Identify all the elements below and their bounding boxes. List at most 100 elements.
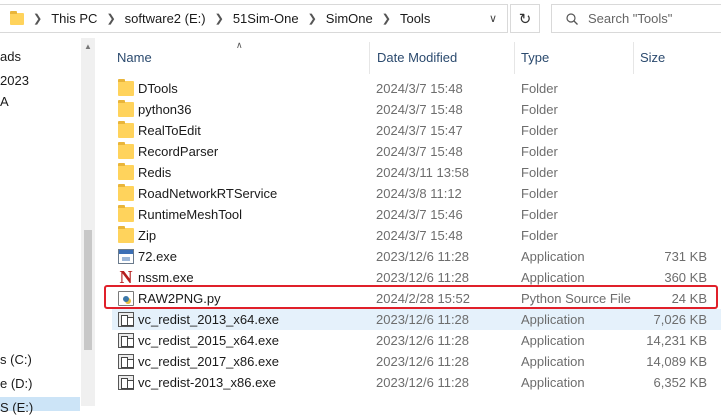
folder-icon (118, 142, 134, 159)
nssm-icon: N (119, 267, 133, 287)
file-row[interactable]: vc_redist_2015_x64.exe 2023/12/6 11:28 A… (112, 330, 721, 351)
file-name: python36 (138, 102, 192, 117)
file-type: Application (521, 375, 585, 390)
installer-icon (118, 333, 134, 348)
file-type: Application (521, 270, 585, 285)
file-row[interactable]: vc_redist-2013_x86.exe 2023/12/6 11:28 A… (112, 372, 721, 393)
file-row[interactable]: RealToEdit 2024/3/7 15:47 Folder (112, 120, 721, 141)
file-name: vc_redist_2013_x64.exe (138, 312, 279, 327)
file-type: Folder (521, 144, 558, 159)
column-header-date[interactable]: Date Modified (377, 50, 457, 65)
file-date: 2024/3/7 15:48 (376, 81, 463, 96)
file-size: 360 KB (664, 270, 707, 285)
search-placeholder: Search "Tools" (588, 11, 673, 26)
column-header-type[interactable]: Type (521, 50, 549, 65)
chevron-right-icon: ❯ (33, 13, 43, 25)
file-type: Application (521, 354, 585, 369)
folder-icon (118, 121, 134, 138)
file-date: 2024/3/7 15:46 (376, 207, 463, 222)
file-date: 2023/12/6 11:28 (376, 375, 470, 390)
installer-icon (118, 375, 134, 390)
sort-ascending-icon: ∧ (236, 40, 243, 50)
file-date: 2024/3/11 13:58 (376, 165, 470, 180)
address-dropdown-icon[interactable]: ∨ (489, 12, 497, 25)
folder-icon (118, 163, 134, 180)
refresh-button[interactable]: ↻ (510, 4, 540, 33)
column-header-size[interactable]: Size (640, 50, 665, 65)
column-divider[interactable] (514, 42, 515, 74)
chevron-right-icon: ❯ (214, 13, 224, 25)
search-box[interactable]: Search "Tools" (551, 4, 721, 33)
file-date: 2024/3/7 15:48 (376, 228, 463, 243)
folder-icon (118, 100, 134, 117)
file-row[interactable]: vc_redist_2017_x86.exe 2023/12/6 11:28 A… (112, 351, 721, 372)
file-row[interactable]: 72.exe 2023/12/6 11:28 Application 731 K… (112, 246, 721, 267)
address-bar[interactable]: ❯ This PC ❯ software2 (E:) ❯ 51Sim-One ❯… (0, 4, 508, 33)
file-name: Redis (138, 165, 172, 180)
breadcrumb-drive[interactable]: software2 (E:) (125, 11, 206, 26)
breadcrumb-simone[interactable]: SimOne (326, 11, 373, 26)
chevron-right-icon: ❯ (106, 13, 116, 25)
chevron-right-icon: ❯ (307, 13, 317, 25)
nav-item-a[interactable]: A (0, 94, 9, 109)
file-date: 2023/12/6 11:28 (376, 333, 470, 348)
file-type: Folder (521, 102, 558, 117)
file-date: 2024/3/7 15:48 (376, 144, 463, 159)
file-date: 2023/12/6 11:28 (376, 270, 470, 285)
highlight-box (104, 285, 718, 309)
file-name: 72.exe (138, 249, 178, 264)
search-icon (566, 12, 578, 25)
file-row-hovered[interactable]: vc_redist_2013_x64.exe 2023/12/6 11:28 A… (112, 309, 721, 330)
breadcrumb-this-pc[interactable]: This PC (51, 11, 97, 26)
file-size: 7,026 KB (653, 312, 708, 327)
file-type: Folder (521, 81, 558, 96)
file-date: 2023/12/6 11:28 (376, 312, 470, 327)
file-type: Folder (521, 186, 558, 201)
column-divider[interactable] (369, 42, 370, 74)
file-name: vc_redist_2017_x86.exe (138, 354, 279, 369)
nav-item-downloads[interactable]: ads (0, 49, 21, 64)
folder-icon (118, 226, 134, 243)
file-row[interactable]: DTools 2024/3/7 15:48 Folder (112, 78, 721, 99)
file-name: Zip (138, 228, 157, 243)
file-size: 6,352 KB (653, 375, 708, 390)
file-type: Application (521, 333, 585, 348)
file-date: 2023/12/6 11:28 (376, 354, 470, 369)
file-row[interactable]: RoadNetworkRTService 2024/3/8 11:12 Fold… (112, 183, 721, 204)
column-header-name[interactable]: Name (117, 50, 152, 65)
refresh-icon: ↻ (518, 10, 532, 28)
folder-icon (118, 205, 134, 222)
file-name: DTools (138, 81, 178, 96)
nav-item-drive-c[interactable]: s (C:) (0, 352, 32, 367)
installer-icon (118, 312, 134, 327)
breadcrumb-tools[interactable]: Tools (400, 11, 430, 26)
nav-scrollbar[interactable]: ▲ (81, 38, 95, 406)
file-name: nssm.exe (138, 270, 194, 285)
file-row[interactable]: Redis 2024/3/11 13:58 Folder (112, 162, 721, 183)
file-type: Application (521, 249, 585, 264)
file-row[interactable]: RuntimeMeshTool 2024/3/7 15:46 Folder (112, 204, 721, 225)
folder-icon (10, 10, 24, 25)
nav-item-drive-d[interactable]: e (D:) (0, 376, 33, 391)
file-type: Folder (521, 207, 558, 222)
breadcrumb-51sim-one[interactable]: 51Sim-One (233, 11, 299, 26)
scroll-up-icon[interactable]: ▲ (84, 42, 92, 51)
file-type: Folder (521, 165, 558, 180)
file-date: 2024/3/7 15:48 (376, 102, 463, 117)
chevron-right-icon: ❯ (381, 13, 391, 25)
nav-item-2023[interactable]: 2023 (0, 73, 29, 88)
exe-icon (118, 249, 134, 264)
file-size: 14,231 KB (646, 333, 707, 348)
file-name: vc_redist-2013_x86.exe (138, 375, 277, 390)
file-row[interactable]: RecordParser 2024/3/7 15:48 Folder (112, 141, 721, 162)
column-divider[interactable] (633, 42, 634, 74)
file-row[interactable]: python36 2024/3/7 15:48 Folder (112, 99, 721, 120)
file-type: Folder (521, 123, 558, 138)
file-type: Application (521, 312, 585, 327)
file-row[interactable]: Zip 2024/3/7 15:48 Folder (112, 225, 721, 246)
file-name: RecordParser (138, 144, 219, 159)
file-date: 2024/3/7 15:47 (376, 123, 463, 138)
nav-item-drive-e[interactable]: S (E:) (0, 400, 33, 415)
file-size: 14,089 KB (646, 354, 707, 369)
scroll-thumb[interactable] (84, 230, 92, 350)
